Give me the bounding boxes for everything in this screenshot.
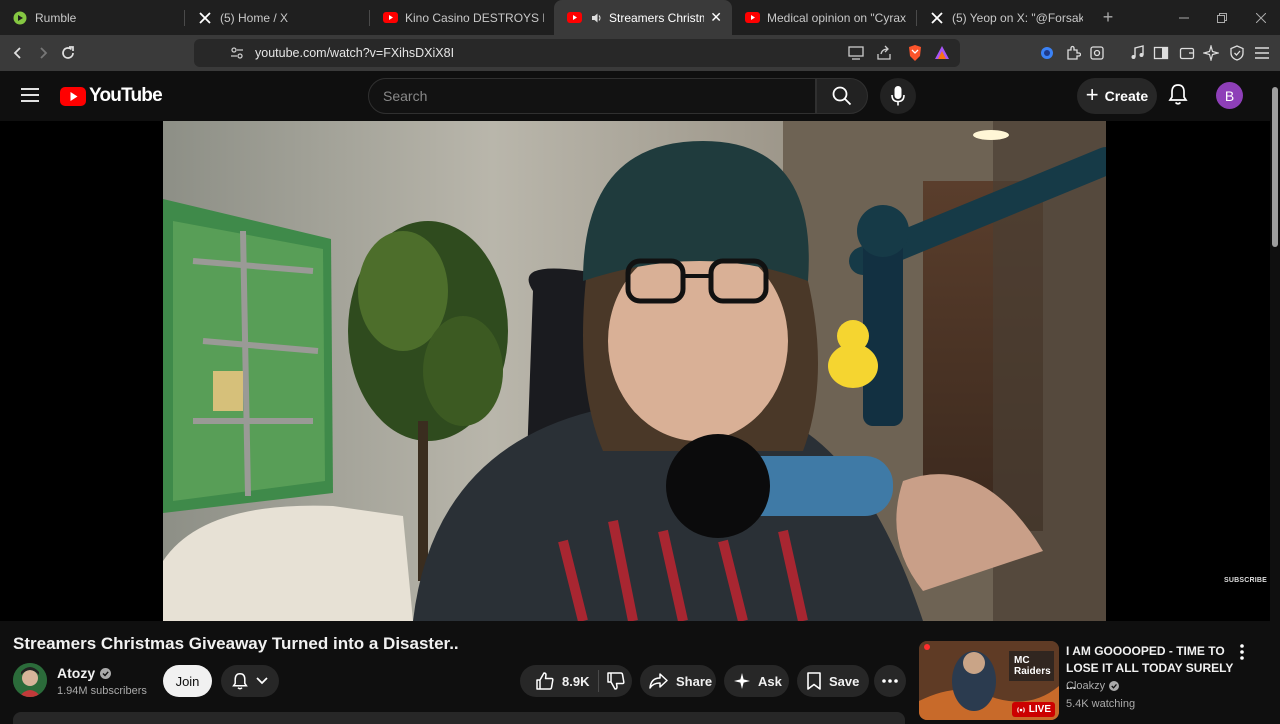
tab-kino-casino[interactable]: Kino Casino DESTROYS DSP aga bbox=[370, 0, 554, 35]
bookmark-save-icon bbox=[807, 672, 821, 690]
ask-button[interactable]: Ask bbox=[724, 665, 789, 697]
ask-label: Ask bbox=[758, 673, 782, 689]
restore-icon[interactable] bbox=[1203, 0, 1241, 35]
share-label: Share bbox=[676, 673, 713, 689]
rumble-icon bbox=[12, 10, 28, 26]
reload-icon[interactable] bbox=[55, 40, 81, 66]
extensions-icon[interactable] bbox=[1063, 43, 1083, 63]
page-scrollbar[interactable] bbox=[1270, 71, 1280, 720]
address-bar[interactable]: youtube.com/watch?v=FXihsDXiX8I bbox=[194, 39, 960, 67]
tab-rumble[interactable]: Rumble bbox=[0, 0, 184, 35]
related-video-thumbnail[interactable]: MC Raiders LIVE bbox=[919, 641, 1059, 720]
live-broadcast-icon bbox=[1016, 706, 1026, 714]
join-button[interactable]: Join bbox=[163, 665, 212, 697]
site-settings-icon[interactable] bbox=[230, 46, 244, 60]
minimize-icon[interactable] bbox=[1165, 0, 1203, 35]
search-button[interactable] bbox=[816, 78, 868, 114]
channel-name-text: Atozy bbox=[57, 665, 96, 681]
sidebar-toggle-icon[interactable] bbox=[1151, 43, 1171, 63]
back-icon[interactable] bbox=[5, 40, 31, 66]
brave-shields-icon[interactable] bbox=[906, 44, 924, 62]
save-button[interactable]: Save bbox=[797, 665, 869, 697]
wallet-icon[interactable] bbox=[1177, 43, 1197, 63]
browser-menu-icon[interactable] bbox=[1252, 43, 1272, 63]
browser-tab-strip: Rumble (5) Home / X Kino Casino DESTROYS… bbox=[0, 0, 1280, 35]
related-channel-name: Cloakzy bbox=[1066, 680, 1106, 692]
bell-icon bbox=[232, 672, 248, 690]
x-icon bbox=[197, 10, 213, 26]
description-box[interactable] bbox=[13, 712, 905, 724]
thumbs-up-icon bbox=[536, 672, 554, 690]
search-box bbox=[368, 78, 816, 114]
create-button[interactable]: + Create bbox=[1077, 78, 1157, 114]
live-badge-text: LIVE bbox=[1028, 704, 1051, 715]
more-horizontal-icon bbox=[882, 679, 898, 683]
guide-menu-icon[interactable] bbox=[21, 87, 39, 103]
forward-icon[interactable] bbox=[30, 40, 56, 66]
account-avatar[interactable]: B bbox=[1216, 82, 1243, 109]
save-label: Save bbox=[829, 673, 860, 689]
new-tab-icon[interactable]: + bbox=[1093, 0, 1123, 35]
verified-badge-icon bbox=[100, 667, 112, 679]
youtube-play-icon bbox=[60, 86, 86, 106]
tab-medical-opinion[interactable]: Medical opinion on "Cyraxx"'s m bbox=[732, 0, 916, 35]
verified-badge-icon bbox=[1109, 681, 1120, 691]
tab-streamers-christmas[interactable]: Streamers Christmas Give ✕ bbox=[554, 0, 732, 35]
browser-toolbar: youtube.com/watch?v=FXihsDXiX8I bbox=[0, 35, 1280, 71]
youtube-icon bbox=[566, 10, 582, 26]
video-frame[interactable] bbox=[163, 121, 1106, 621]
media-controls-icon[interactable] bbox=[1127, 43, 1147, 63]
create-label: Create bbox=[1104, 88, 1149, 104]
thumbnail-caption: MC Raiders bbox=[1014, 655, 1051, 677]
sparkle-icon bbox=[734, 673, 750, 689]
notifications-bell-icon[interactable] bbox=[1168, 83, 1188, 105]
scrollbar-thumb[interactable] bbox=[1272, 87, 1278, 247]
search-input[interactable] bbox=[383, 88, 815, 104]
brave-vpn-icon[interactable] bbox=[1227, 43, 1247, 63]
share-arrow-icon bbox=[649, 673, 668, 689]
youtube-wordmark: YouTube bbox=[89, 85, 163, 106]
video-frame-image bbox=[163, 121, 1106, 621]
microphone-icon bbox=[891, 86, 905, 106]
more-actions-button[interactable] bbox=[874, 665, 906, 697]
youtube-logo[interactable]: YouTube bbox=[60, 85, 163, 107]
channel-avatar[interactable] bbox=[13, 663, 47, 697]
video-title: Streamers Christmas Giveaway Turned into… bbox=[13, 634, 459, 653]
youtube-icon bbox=[744, 10, 760, 26]
tab-yeop-x[interactable]: (5) Yeop on X: "@ForsakenWan bbox=[917, 0, 1093, 35]
voice-search-button[interactable] bbox=[880, 78, 916, 114]
vpn-extension-icon[interactable] bbox=[1037, 43, 1057, 63]
search-icon bbox=[832, 86, 852, 106]
x-icon bbox=[929, 10, 945, 26]
close-window-icon[interactable] bbox=[1242, 0, 1280, 35]
chevron-down-icon bbox=[256, 677, 268, 685]
video-player[interactable]: SUBSCRIBE bbox=[0, 121, 1270, 621]
youtube-icon bbox=[382, 10, 398, 26]
cast-icon[interactable] bbox=[848, 46, 864, 60]
live-badge: LIVE bbox=[1011, 702, 1055, 717]
subscriber-count: 1.94M subscribers bbox=[57, 685, 147, 697]
dislike-button[interactable] bbox=[599, 672, 626, 690]
thumbs-down-icon bbox=[607, 672, 626, 690]
share-button[interactable]: Share bbox=[640, 665, 716, 697]
share-page-icon[interactable] bbox=[876, 45, 892, 61]
subscribe-watermark[interactable]: SUBSCRIBE bbox=[1224, 577, 1267, 584]
brave-rewards-icon[interactable] bbox=[934, 45, 950, 61]
like-dislike-group: 8.9K bbox=[520, 665, 632, 697]
tab-x-home[interactable]: (5) Home / X bbox=[185, 0, 369, 35]
speaker-icon[interactable] bbox=[589, 10, 605, 26]
subscription-notifications-button[interactable] bbox=[221, 665, 279, 697]
more-vertical-icon[interactable] bbox=[1240, 644, 1244, 660]
close-tab-icon[interactable]: ✕ bbox=[710, 9, 722, 26]
screenshot-icon[interactable] bbox=[1087, 43, 1107, 63]
url-text: youtube.com/watch?v=FXihsDXiX8I bbox=[255, 46, 455, 60]
channel-name[interactable]: Atozy bbox=[57, 665, 112, 681]
like-button[interactable]: 8.9K bbox=[520, 665, 589, 697]
related-video-viewers: 5.4K watching bbox=[1066, 698, 1136, 710]
youtube-masthead: YouTube + Create B bbox=[0, 71, 1280, 121]
like-count: 8.9K bbox=[562, 673, 590, 689]
plus-icon: + bbox=[1085, 82, 1099, 107]
related-video-channel[interactable]: Cloakzy bbox=[1066, 680, 1120, 692]
leo-ai-icon[interactable] bbox=[1201, 43, 1221, 63]
